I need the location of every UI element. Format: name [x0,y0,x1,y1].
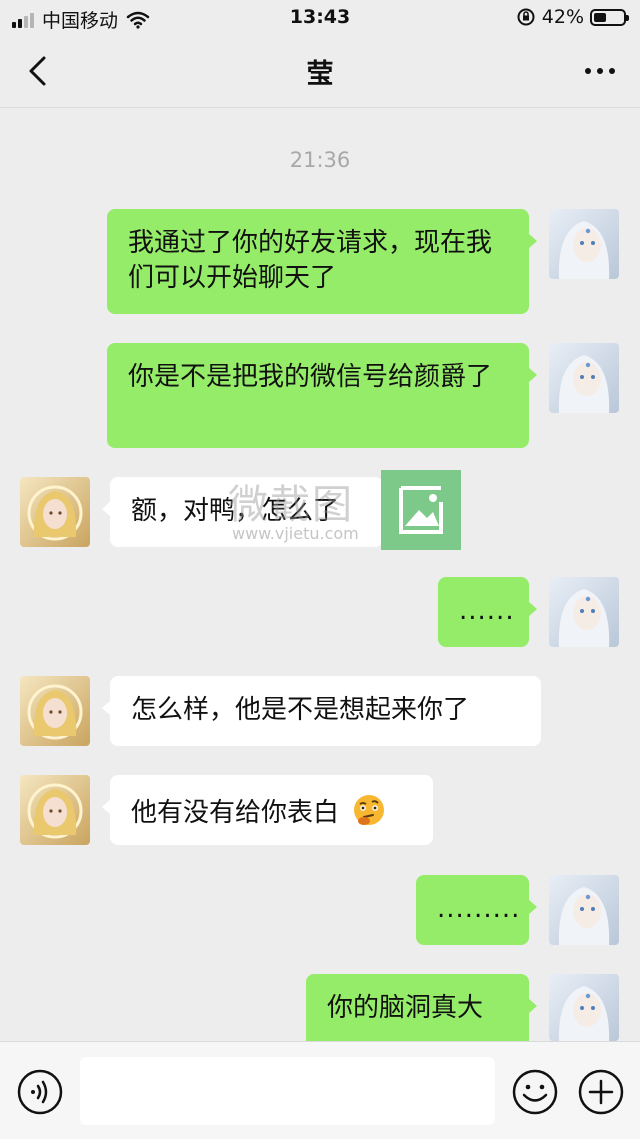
contact-avatar[interactable] [20,775,90,845]
my-avatar[interactable] [549,974,619,1041]
message-text: 怎么样，他是不是想起来你了 [131,695,470,725]
battery-icon [590,8,629,26]
message-text: ...... [459,596,515,626]
chat-timestamp: 21:36 [289,148,351,172]
message-bubble-sent[interactable]: 你的脑洞真大 [306,974,537,1041]
message-bubble-sent[interactable]: ...... [438,577,537,647]
input-bar [0,1041,640,1139]
message-text: 你的脑洞真大 [327,993,484,1023]
battery-percent: 42% [541,6,584,28]
message-text: 他有没有给你表白 [131,798,340,828]
thinking-face-emoji-icon [354,795,385,825]
status-bar: 中国移动 13:43 42% [0,0,640,36]
message-bubble-sent[interactable]: 你是不是把我的微信号给颜爵了 [107,343,537,448]
message-text: 你是不是把我的微信号给颜爵了 [128,362,493,392]
message-bubble-received[interactable]: 怎么样，他是不是想起来你了 [102,676,541,746]
rotation-lock-icon [517,8,535,26]
more-options-button[interactable] [580,56,620,86]
contact-avatar[interactable] [20,477,90,547]
message-bubble-sent[interactable]: 我通过了你的好友请求，现在我们可以开始聊天了 [107,209,537,314]
message-text: ......... [437,894,521,924]
chat-header: 莹 [0,36,640,108]
watermark-logo-icon [381,470,461,550]
contact-avatar[interactable] [20,676,90,746]
voice-input-button[interactable] [16,1068,64,1116]
message-text: 我通过了你的好友请求，现在我们可以开始聊天了 [128,228,493,293]
message-input[interactable] [80,1057,495,1125]
add-more-button[interactable] [577,1068,625,1116]
message-bubble-received[interactable]: 额，对鸭，怎么了 [102,477,383,547]
message-bubble-received[interactable]: 他有没有给你表白 [102,775,433,845]
message-text: 额，对鸭，怎么了 [131,496,340,526]
message-bubble-sent[interactable]: ......... [416,875,537,945]
my-avatar[interactable] [549,343,619,413]
my-avatar[interactable] [549,875,619,945]
emoji-button[interactable] [511,1068,559,1116]
status-right: 42% [516,6,629,28]
my-avatar[interactable] [549,577,619,647]
chat-title: 莹 [306,59,334,90]
my-avatar[interactable] [549,209,619,279]
